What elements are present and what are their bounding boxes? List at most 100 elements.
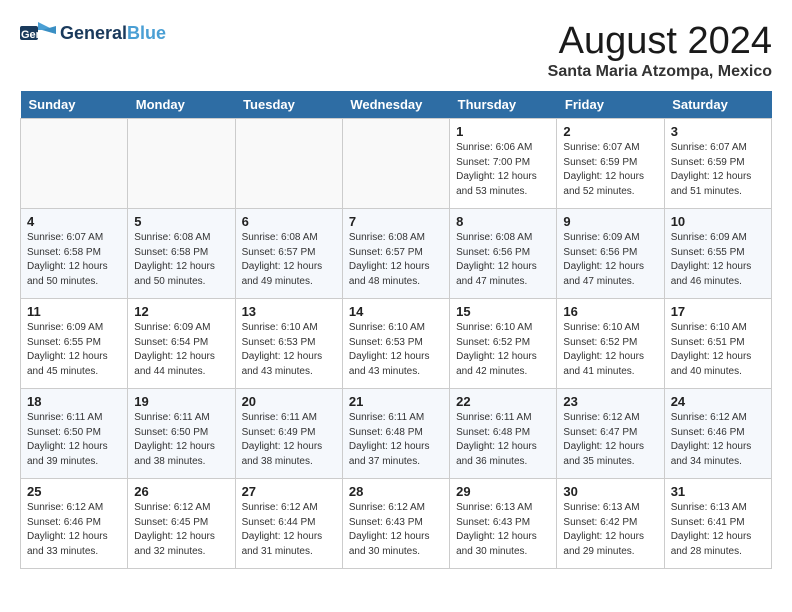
- day-detail: Sunrise: 6:12 AM Sunset: 6:47 PM Dayligh…: [563, 411, 657, 469]
- day-number: 28: [349, 484, 443, 499]
- calendar-cell: 1 Sunrise: 6:06 AM Sunset: 7:00 PM Daylig…: [450, 119, 557, 209]
- day-detail: Sunrise: 6:11 AM Sunset: 6:50 PM Dayligh…: [27, 411, 121, 469]
- day-detail: Sunrise: 6:07 AM Sunset: 6:59 PM Dayligh…: [563, 141, 657, 199]
- day-number: 26: [134, 484, 228, 499]
- day-number: 19: [134, 394, 228, 409]
- col-header-wednesday: Wednesday: [342, 91, 449, 119]
- col-header-sunday: Sunday: [21, 91, 128, 119]
- day-number: 11: [27, 304, 121, 319]
- calendar-cell: 5 Sunrise: 6:08 AM Sunset: 6:58 PM Daylig…: [128, 209, 235, 299]
- day-number: 6: [242, 214, 336, 229]
- day-number: 29: [456, 484, 550, 499]
- day-detail: Sunrise: 6:13 AM Sunset: 6:41 PM Dayligh…: [671, 501, 765, 559]
- col-header-monday: Monday: [128, 91, 235, 119]
- day-detail: Sunrise: 6:11 AM Sunset: 6:48 PM Dayligh…: [456, 411, 550, 469]
- calendar-cell: 25 Sunrise: 6:12 AM Sunset: 6:46 PM Dayli…: [21, 479, 128, 569]
- location-subtitle: Santa Maria Atzompa, Mexico: [548, 63, 772, 81]
- day-detail: Sunrise: 6:13 AM Sunset: 6:43 PM Dayligh…: [456, 501, 550, 559]
- day-detail: Sunrise: 6:09 AM Sunset: 6:55 PM Dayligh…: [671, 231, 765, 289]
- day-number: 27: [242, 484, 336, 499]
- calendar-cell: 31 Sunrise: 6:13 AM Sunset: 6:41 PM Dayli…: [664, 479, 771, 569]
- day-detail: Sunrise: 6:12 AM Sunset: 6:44 PM Dayligh…: [242, 501, 336, 559]
- day-number: 13: [242, 304, 336, 319]
- calendar-cell: 12 Sunrise: 6:09 AM Sunset: 6:54 PM Dayli…: [128, 299, 235, 389]
- day-detail: Sunrise: 6:10 AM Sunset: 6:53 PM Dayligh…: [242, 321, 336, 379]
- calendar-cell: 23 Sunrise: 6:12 AM Sunset: 6:47 PM Dayli…: [557, 389, 664, 479]
- day-number: 17: [671, 304, 765, 319]
- calendar-cell: 10Sunrise: 6:09 AM Sunset: 6:55 PM Dayli…: [664, 209, 771, 299]
- day-number: 22: [456, 394, 550, 409]
- calendar-cell: 17 Sunrise: 6:10 AM Sunset: 6:51 PM Dayli…: [664, 299, 771, 389]
- calendar-table: SundayMondayTuesdayWednesdayThursdayFrid…: [20, 91, 772, 569]
- day-detail: Sunrise: 6:08 AM Sunset: 6:56 PM Dayligh…: [456, 231, 550, 289]
- day-detail: Sunrise: 6:11 AM Sunset: 6:50 PM Dayligh…: [134, 411, 228, 469]
- calendar-cell: 27 Sunrise: 6:12 AM Sunset: 6:44 PM Dayli…: [235, 479, 342, 569]
- day-detail: Sunrise: 6:06 AM Sunset: 7:00 PM Dayligh…: [456, 141, 550, 199]
- day-number: 8: [456, 214, 550, 229]
- calendar-cell: [128, 119, 235, 209]
- calendar-week-row: 25 Sunrise: 6:12 AM Sunset: 6:46 PM Dayli…: [21, 479, 772, 569]
- day-number: 1: [456, 124, 550, 139]
- logo-blue: Blue: [127, 23, 166, 43]
- calendar-cell: 21Sunrise: 6:11 AM Sunset: 6:48 PM Dayli…: [342, 389, 449, 479]
- calendar-cell: [21, 119, 128, 209]
- calendar-cell: 6 Sunrise: 6:08 AM Sunset: 6:57 PM Daylig…: [235, 209, 342, 299]
- day-detail: Sunrise: 6:12 AM Sunset: 6:43 PM Dayligh…: [349, 501, 443, 559]
- day-number: 24: [671, 394, 765, 409]
- day-number: 2: [563, 124, 657, 139]
- col-header-thursday: Thursday: [450, 91, 557, 119]
- calendar-cell: [235, 119, 342, 209]
- day-detail: Sunrise: 6:09 AM Sunset: 6:56 PM Dayligh…: [563, 231, 657, 289]
- logo-icon: Gen: [20, 20, 56, 48]
- day-number: 5: [134, 214, 228, 229]
- day-detail: Sunrise: 6:10 AM Sunset: 6:52 PM Dayligh…: [563, 321, 657, 379]
- calendar-cell: 26 Sunrise: 6:12 AM Sunset: 6:45 PM Dayli…: [128, 479, 235, 569]
- day-detail: Sunrise: 6:10 AM Sunset: 6:51 PM Dayligh…: [671, 321, 765, 379]
- calendar-week-row: 11Sunrise: 6:09 AM Sunset: 6:55 PM Dayli…: [21, 299, 772, 389]
- calendar-cell: 7Sunrise: 6:08 AM Sunset: 6:57 PM Daylig…: [342, 209, 449, 299]
- day-detail: Sunrise: 6:11 AM Sunset: 6:49 PM Dayligh…: [242, 411, 336, 469]
- title-section: August 2024 Santa Maria Atzompa, Mexico: [548, 20, 772, 81]
- day-number: 14: [349, 304, 443, 319]
- calendar-cell: 13 Sunrise: 6:10 AM Sunset: 6:53 PM Dayli…: [235, 299, 342, 389]
- day-number: 31: [671, 484, 765, 499]
- day-number: 20: [242, 394, 336, 409]
- day-number: 7: [349, 214, 443, 229]
- calendar-week-row: 18 Sunrise: 6:11 AM Sunset: 6:50 PM Dayli…: [21, 389, 772, 479]
- day-number: 18: [27, 394, 121, 409]
- calendar-cell: 24 Sunrise: 6:12 AM Sunset: 6:46 PM Dayli…: [664, 389, 771, 479]
- day-detail: Sunrise: 6:08 AM Sunset: 6:58 PM Dayligh…: [134, 231, 228, 289]
- calendar-cell: 9Sunrise: 6:09 AM Sunset: 6:56 PM Daylig…: [557, 209, 664, 299]
- day-number: 12: [134, 304, 228, 319]
- calendar-cell: 15 Sunrise: 6:10 AM Sunset: 6:52 PM Dayli…: [450, 299, 557, 389]
- day-number: 25: [27, 484, 121, 499]
- day-detail: Sunrise: 6:12 AM Sunset: 6:46 PM Dayligh…: [671, 411, 765, 469]
- calendar-header-row: SundayMondayTuesdayWednesdayThursdayFrid…: [21, 91, 772, 119]
- day-detail: Sunrise: 6:10 AM Sunset: 6:52 PM Dayligh…: [456, 321, 550, 379]
- calendar-cell: 30Sunrise: 6:13 AM Sunset: 6:42 PM Dayli…: [557, 479, 664, 569]
- calendar-cell: 29 Sunrise: 6:13 AM Sunset: 6:43 PM Dayli…: [450, 479, 557, 569]
- page-header: Gen GeneralBlue August 2024 Santa Maria …: [20, 20, 772, 81]
- calendar-cell: 18 Sunrise: 6:11 AM Sunset: 6:50 PM Dayli…: [21, 389, 128, 479]
- calendar-cell: 3Sunrise: 6:07 AM Sunset: 6:59 PM Daylig…: [664, 119, 771, 209]
- col-header-friday: Friday: [557, 91, 664, 119]
- logo: Gen GeneralBlue: [20, 20, 166, 48]
- day-detail: Sunrise: 6:08 AM Sunset: 6:57 PM Dayligh…: [242, 231, 336, 289]
- col-header-tuesday: Tuesday: [235, 91, 342, 119]
- day-detail: Sunrise: 6:12 AM Sunset: 6:46 PM Dayligh…: [27, 501, 121, 559]
- calendar-cell: [342, 119, 449, 209]
- day-detail: Sunrise: 6:10 AM Sunset: 6:53 PM Dayligh…: [349, 321, 443, 379]
- day-detail: Sunrise: 6:12 AM Sunset: 6:45 PM Dayligh…: [134, 501, 228, 559]
- calendar-cell: 8 Sunrise: 6:08 AM Sunset: 6:56 PM Daylig…: [450, 209, 557, 299]
- calendar-cell: 20 Sunrise: 6:11 AM Sunset: 6:49 PM Dayli…: [235, 389, 342, 479]
- day-number: 16: [563, 304, 657, 319]
- logo-general: General: [60, 23, 127, 43]
- day-number: 4: [27, 214, 121, 229]
- calendar-cell: 28 Sunrise: 6:12 AM Sunset: 6:43 PM Dayli…: [342, 479, 449, 569]
- svg-text:Gen: Gen: [21, 29, 43, 41]
- day-number: 3: [671, 124, 765, 139]
- day-number: 15: [456, 304, 550, 319]
- day-detail: Sunrise: 6:09 AM Sunset: 6:54 PM Dayligh…: [134, 321, 228, 379]
- calendar-cell: 22 Sunrise: 6:11 AM Sunset: 6:48 PM Dayli…: [450, 389, 557, 479]
- day-number: 23: [563, 394, 657, 409]
